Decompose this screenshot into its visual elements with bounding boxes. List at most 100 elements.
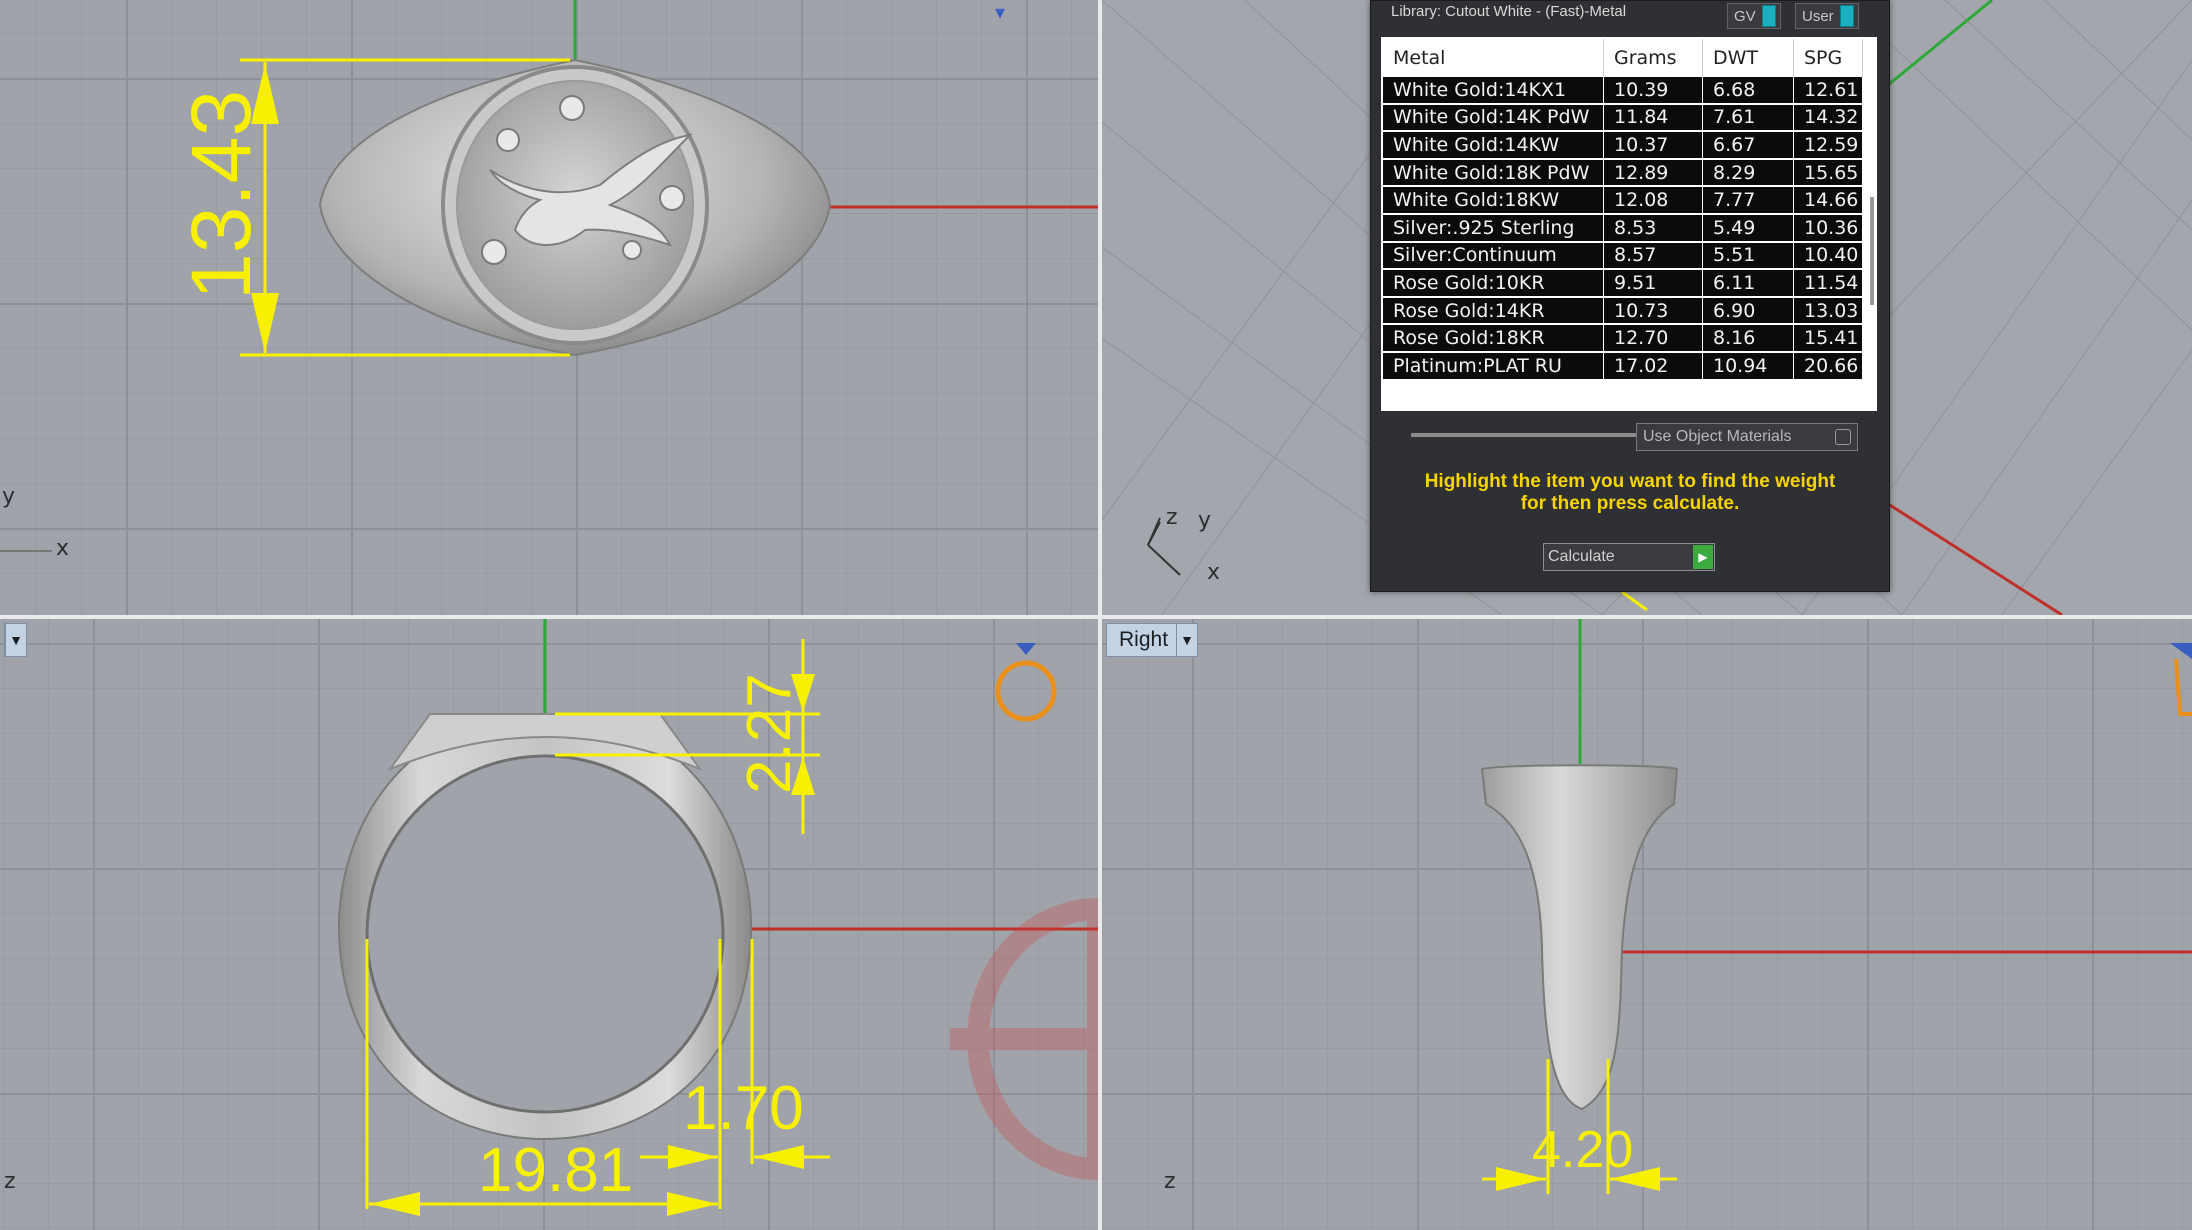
cell-metal: Rose Gold:18KR [1383,324,1604,353]
table-row[interactable]: White Gold:18KW 12.08 7.77 14.66 [1383,186,1863,215]
column-header-dwt[interactable]: DWT [1702,39,1794,77]
viewport-front[interactable]: ▼ 2.27 19.81 1.70 z [0,619,1098,1230]
dimension-head-value: 2.27 [735,673,804,794]
table-row[interactable]: White Gold:14KW 10.37 6.67 12.59 [1383,131,1863,160]
axis-y-label: y [2,484,16,509]
cell-metal: White Gold:14KX1 [1383,77,1604,105]
cell-dwt: 6.67 [1702,131,1794,160]
checkbox-icon [1835,429,1851,445]
viewport-divider-horizontal[interactable] [0,615,2192,619]
cell-metal: Rose Gold:10KR [1383,269,1604,298]
instruction-line-2: for then press calculate. [1520,493,1740,514]
cell-grams: 11.84 [1603,103,1703,133]
gv-toggle[interactable]: GV [1727,3,1781,29]
use-object-materials-checkbox[interactable]: Use Object Materials [1636,423,1858,451]
cell-spg: 10.36 [1793,213,1863,243]
table-row[interactable]: White Gold:14KX1 10.39 6.68 12.61 [1383,77,1863,105]
cell-metal: Platinum:PLAT RU [1383,351,1604,381]
toggle-knob-icon [1839,5,1854,27]
cell-grams: 10.39 [1603,77,1703,105]
axis-z-label: z [1166,505,1178,530]
cell-grams: 9.51 [1603,269,1703,298]
axis-z-label: z [4,1169,16,1194]
cell-spg: 12.61 [1793,77,1863,105]
cell-spg: 11.54 [1793,269,1863,298]
cell-dwt: 10.94 [1702,351,1794,381]
viewport-top[interactable]: 13.43 y x ▾ [0,0,1098,615]
cell-dwt: 6.11 [1702,269,1794,298]
user-toggle[interactable]: User [1795,3,1859,29]
front-view-canvas: 2.27 19.81 1.70 [338,619,1098,1216]
dimension-shank-value: 1.70 [683,1074,804,1143]
table-row[interactable]: Silver:.925 Sterling 8.53 5.49 10.36 [1383,213,1863,243]
cell-dwt: 8.29 [1702,158,1794,188]
dimension-top-value: 13.43 [174,90,268,300]
cell-grams: 17.02 [1603,351,1703,381]
use-object-materials-label: Use Object Materials [1643,428,1792,445]
cell-metal: White Gold:18KW [1383,186,1604,215]
cell-dwt: 6.90 [1702,296,1794,326]
cell-dwt: 7.77 [1702,186,1794,215]
table-vertical-scrollbar[interactable] [1870,197,1874,305]
table-row[interactable]: White Gold:14K PdW 11.84 7.61 14.32 [1383,103,1863,133]
cell-grams: 10.73 [1603,296,1703,326]
gv-toggle-label: GV [1734,7,1756,25]
panel-title: Library: Cutout White - (Fast)-Metal [1391,3,1627,20]
top-view-canvas: 13.43 [0,0,1098,552]
table-row[interactable]: Rose Gold:18KR 12.70 8.16 15.41 [1383,324,1863,353]
cell-spg: 20.66 [1793,351,1863,381]
cell-spg: 14.66 [1793,186,1863,215]
ring-top-model[interactable] [318,58,832,357]
table-row[interactable]: Platinum:PLAT RU 17.02 10.94 20.66 [1383,351,1863,381]
cell-dwt: 7.61 [1702,103,1794,133]
cell-grams: 10.37 [1603,131,1703,160]
cell-dwt: 5.51 [1702,241,1794,271]
table-row[interactable]: Rose Gold:14KR 10.73 6.90 13.03 [1383,296,1863,326]
cell-spg: 15.41 [1793,324,1863,353]
cell-dwt: 8.16 [1702,324,1794,353]
cell-dwt: 5.49 [1702,213,1794,243]
calculate-label: Calculate [1548,548,1615,565]
cell-grams: 12.70 [1603,324,1703,353]
toggle-knob-icon [1761,5,1776,27]
cell-grams: 12.08 [1603,186,1703,215]
cell-spg: 14.32 [1793,103,1863,133]
column-header-metal[interactable]: Metal [1383,39,1604,77]
axis-x-label: x [1207,560,1221,585]
table-row[interactable]: Rose Gold:10KR 9.51 6.11 11.54 [1383,269,1863,298]
cell-grams: 12.89 [1603,158,1703,188]
cell-metal: White Gold:18K PdW [1383,158,1604,188]
axis-z-label: z [1164,1169,1176,1194]
ring-side-model[interactable] [1480,764,1679,1111]
cell-grams: 8.57 [1603,241,1703,271]
cell-spg: 13.03 [1793,296,1863,326]
gem-icon: ▾ [995,2,1006,24]
cell-metal: Rose Gold:14KR [1383,296,1604,326]
metal-weight-table[interactable]: Metal Grams DWT SPG White Gold:14KX1 10.3… [1383,39,1863,381]
right-view-canvas: 4.20 [1480,619,2192,1194]
dimension-width-value: 4.20 [1532,1121,1633,1179]
column-header-spg[interactable]: SPG [1793,39,1863,77]
axis-x-label: x [56,536,70,561]
cell-spg: 15.65 [1793,158,1863,188]
viewport-right[interactable]: Right ▼ 4.20 z [1102,619,2192,1230]
table-row[interactable]: White Gold:18K PdW 12.89 8.29 15.65 [1383,158,1863,188]
instruction-line-1: Highlight the item you want to find the … [1424,471,1836,492]
table-header-row: Metal Grams DWT SPG [1383,39,1863,77]
column-header-grams[interactable]: Grams [1603,39,1703,77]
play-icon: ▶ [1693,545,1713,569]
metal-weight-panel: Library: Cutout White - (Fast)-Metal GV … [1370,0,1890,592]
table-row[interactable]: Silver:Continuum 8.57 5.51 10.40 [1383,241,1863,271]
cell-metal: Silver:Continuum [1383,241,1604,271]
cell-metal: White Gold:14KW [1383,131,1604,160]
metal-table-frame[interactable]: Metal Grams DWT SPG White Gold:14KX1 10.3… [1381,37,1877,437]
instruction-text: Highlight the item you want to find the … [1391,471,1869,515]
cell-spg: 12.59 [1793,131,1863,160]
cell-dwt: 6.68 [1702,77,1794,105]
cell-spg: 10.40 [1793,241,1863,271]
watermark-logo [950,898,1098,1180]
calculate-button[interactable]: Calculate ▶ [1543,543,1715,571]
cell-metal: White Gold:14K PdW [1383,103,1604,133]
dimension-diameter-value: 19.81 [478,1136,633,1205]
ring-size-icon [995,660,1057,722]
